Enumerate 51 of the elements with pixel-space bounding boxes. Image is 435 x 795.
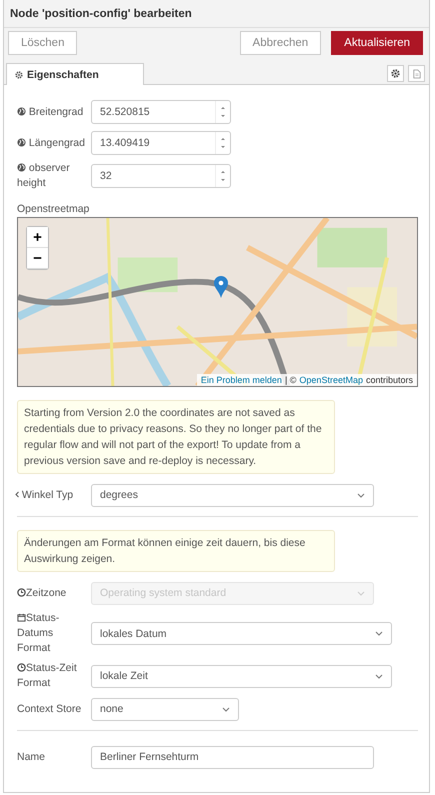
- attribution-text: contributors: [366, 375, 413, 385]
- field-label: Zeitzone: [17, 586, 66, 598]
- gear-icon: [391, 69, 400, 78]
- map-label: Openstreetmap: [17, 203, 90, 215]
- zoom-in-button[interactable]: +: [27, 227, 48, 248]
- caret-icon: [357, 492, 365, 498]
- zoom-out-button[interactable]: −: [27, 248, 48, 269]
- field-label: Status-Zeit Format: [17, 662, 77, 689]
- stepper-icon: [220, 105, 226, 119]
- properties-tab[interactable]: Eigenschaften: [6, 63, 144, 85]
- report-link[interactable]: Ein Problem melden: [200, 375, 282, 385]
- dropdown-select[interactable]: none: [91, 698, 239, 720]
- angle-type-select[interactable]: degrees: [91, 484, 374, 506]
- delete-button[interactable]: Löschen: [8, 31, 78, 55]
- field-label: Name: [17, 750, 46, 762]
- credentials-note: Starting from Version 2.0 the coordinates are not saved as credentials due to privacy reasons. So they no longer part of the regular flow and will not part of the export! To update from a previous version save and re-deploy is necessary.: [17, 400, 335, 474]
- calendar-icon: [17, 613, 26, 622]
- clock-icon: [17, 663, 26, 672]
- cancel-button[interactable]: Abbrechen: [240, 31, 322, 55]
- stepper-icon: [220, 136, 226, 150]
- caret-icon: [357, 590, 365, 596]
- field-label: Längengrad: [17, 136, 85, 148]
- gear-icon: [15, 70, 23, 78]
- stepper-icon: [220, 169, 226, 183]
- chevron-icon: [15, 490, 19, 498]
- field-label: Context Store: [17, 702, 82, 714]
- map-pin-icon[interactable]: [214, 276, 228, 298]
- document-icon: [412, 68, 420, 78]
- number-field[interactable]: 32: [91, 164, 231, 188]
- field-label: observer height: [17, 162, 70, 189]
- caret-icon: [375, 674, 383, 678]
- number-field[interactable]: 13.409419: [91, 131, 231, 155]
- caret-icon: [222, 706, 230, 712]
- dropdown-select[interactable]: lokales Datum: [91, 622, 392, 645]
- clock-icon: [17, 588, 26, 596]
- globe-icon: [17, 106, 26, 116]
- globe-icon: [17, 138, 26, 146]
- globe-icon: [17, 163, 26, 172]
- dropdown-select[interactable]: lokale Zeit: [91, 664, 392, 688]
- settings-button[interactable]: [387, 65, 404, 82]
- caret-icon: [375, 631, 383, 636]
- name-field[interactable]: Berliner Fernsehturm: [91, 746, 374, 768]
- format-note: Änderungen am Format können einige zeit dauern, bis diese Auswirkung zeigen.: [17, 530, 335, 572]
- field-label: Status-Datums Format: [17, 612, 60, 654]
- update-button[interactable]: Aktualisieren: [331, 31, 423, 55]
- field-label: Breitengrad: [17, 106, 84, 118]
- number-field[interactable]: 52.520815: [91, 100, 231, 124]
- field-label: Winkel Typ: [15, 488, 74, 500]
- attribution-separator: | ©: [284, 375, 296, 385]
- osm-link[interactable]: OpenStreetMap: [299, 375, 363, 385]
- dialog-title: Node 'position-config' bearbeiten: [10, 8, 192, 20]
